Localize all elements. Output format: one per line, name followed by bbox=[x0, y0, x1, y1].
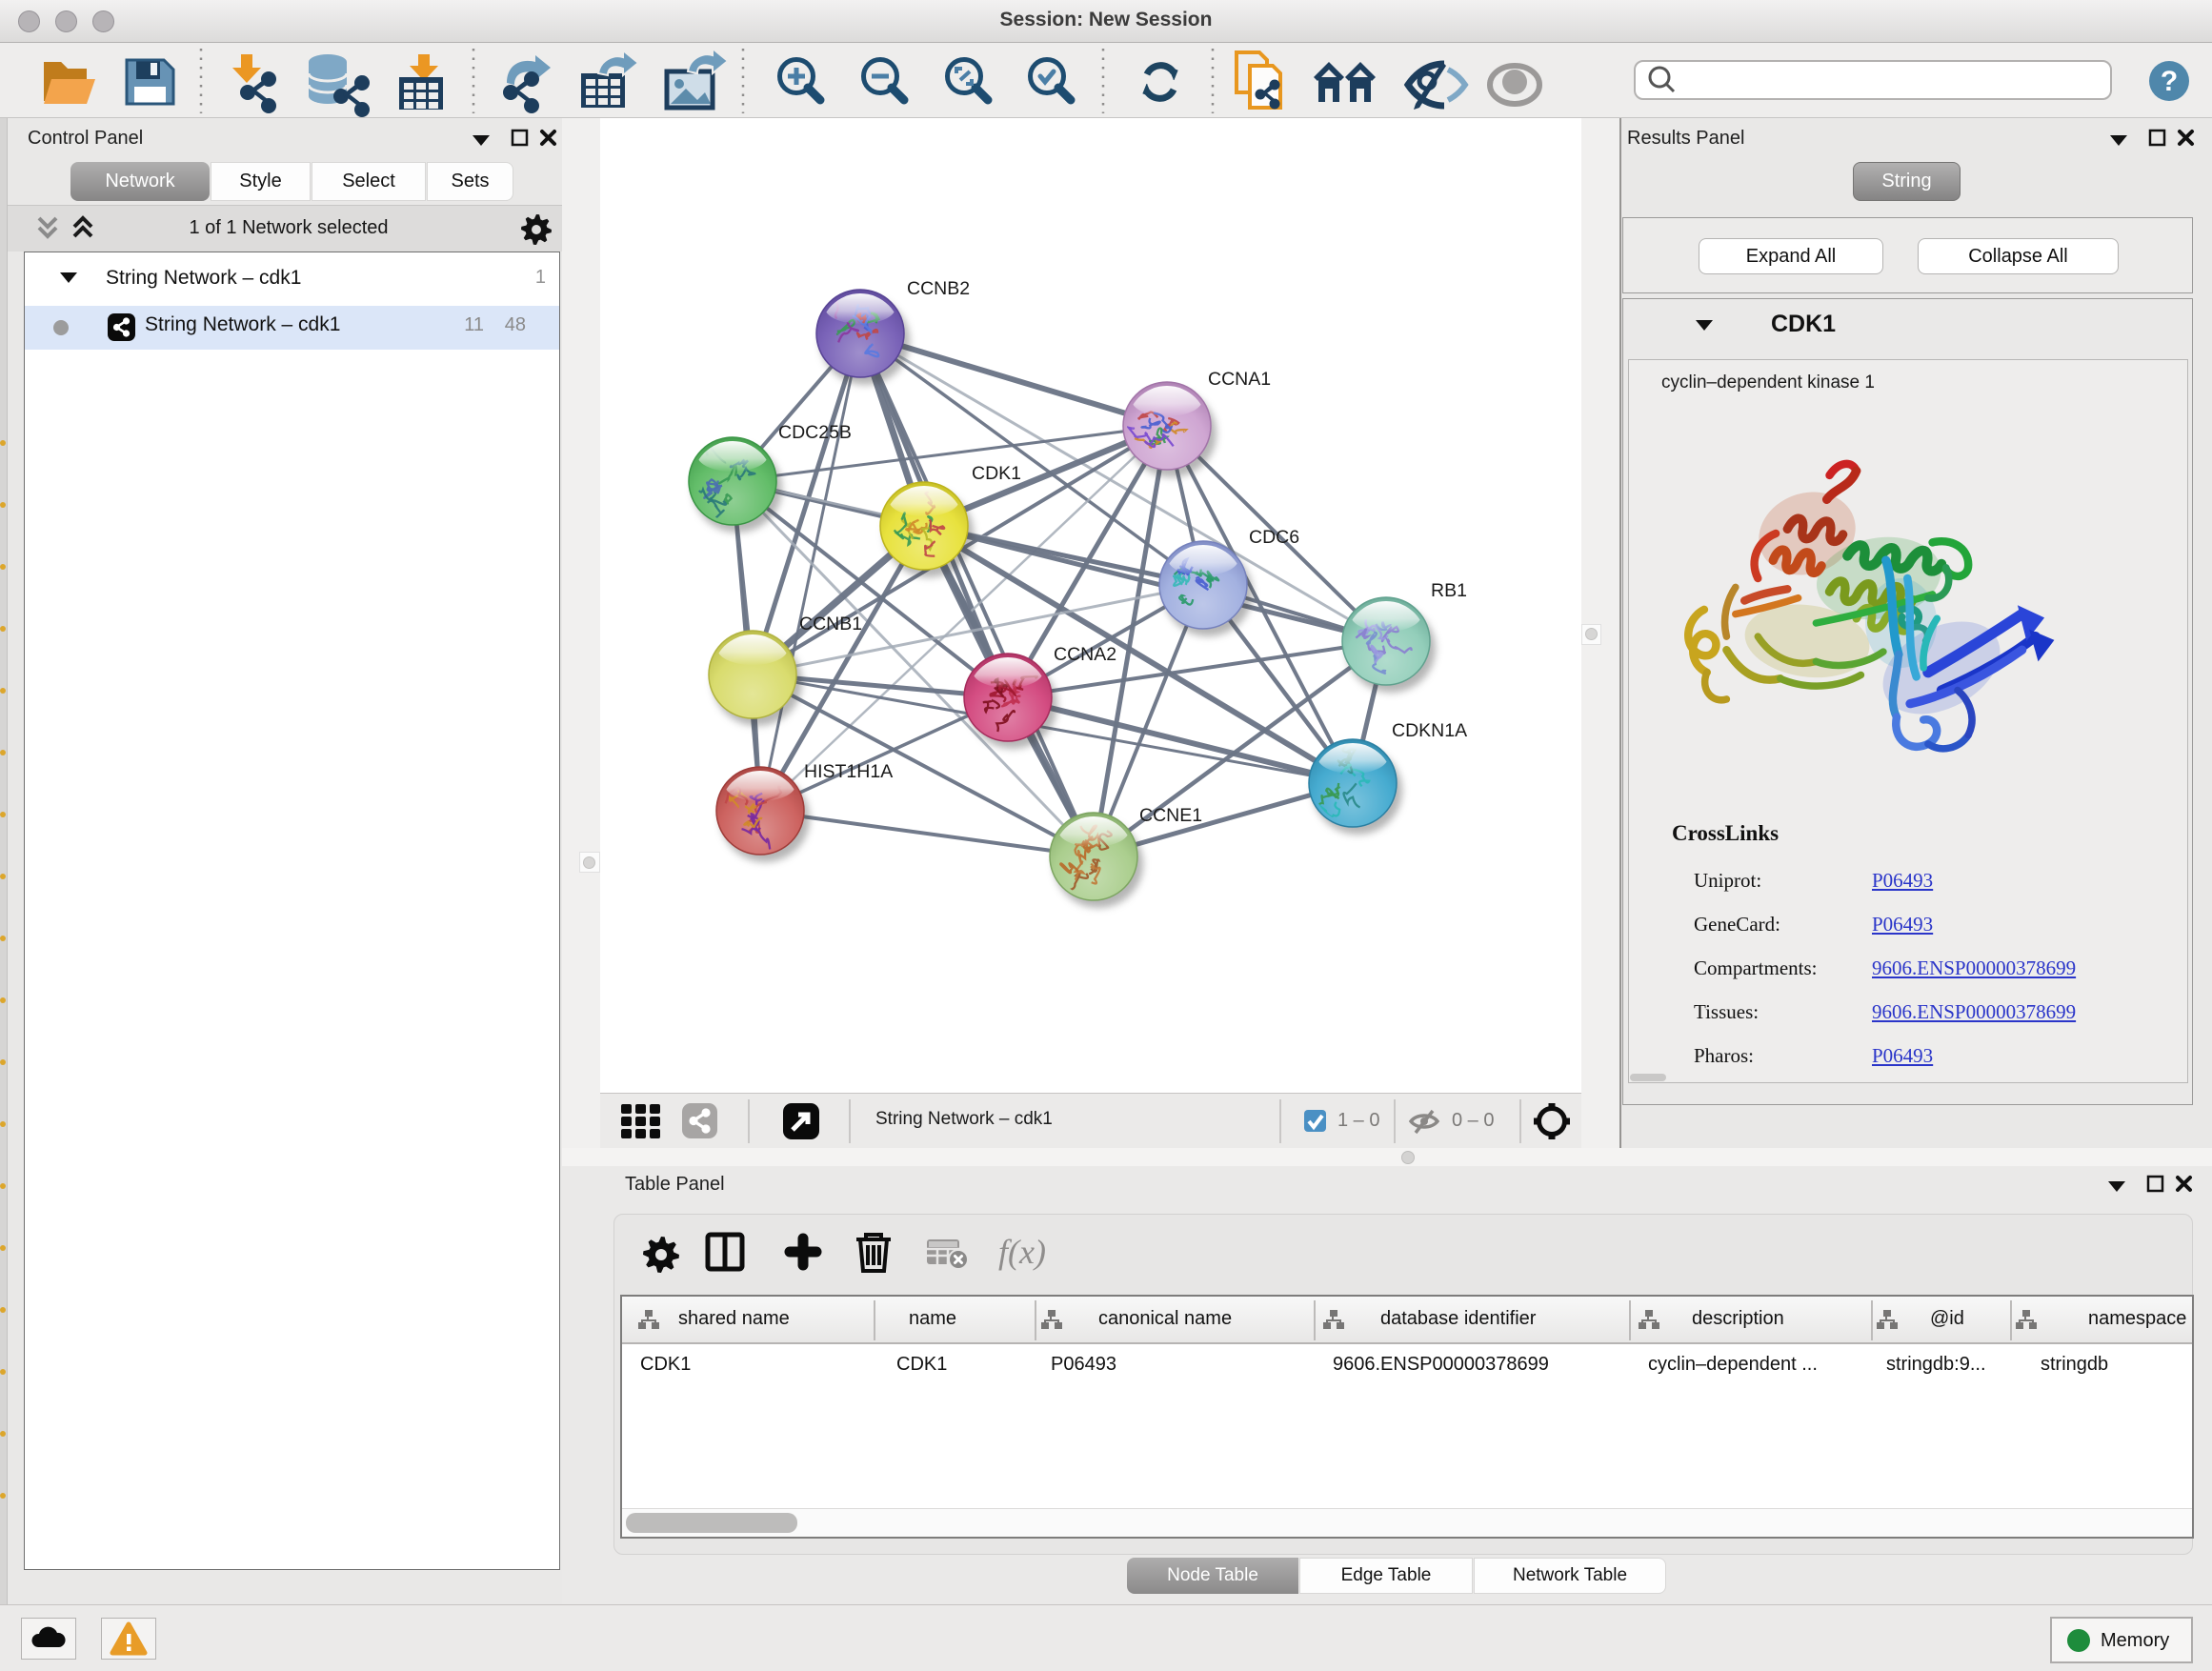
svg-text:CDKN1A: CDKN1A bbox=[1392, 720, 1467, 741]
svg-text:CCNA2: CCNA2 bbox=[1054, 644, 1116, 665]
svg-text:HIST1H1A: HIST1H1A bbox=[804, 761, 893, 782]
svg-text:CDC6: CDC6 bbox=[1249, 527, 1299, 548]
svg-text:CDC25B: CDC25B bbox=[778, 422, 852, 443]
svg-text:CCNE1: CCNE1 bbox=[1139, 805, 1202, 826]
svg-text:RB1: RB1 bbox=[1431, 580, 1467, 601]
svg-text:CCNB1: CCNB1 bbox=[799, 614, 862, 634]
svg-text:?: ? bbox=[2161, 66, 2178, 97]
svg-text:CDK1: CDK1 bbox=[972, 463, 1021, 484]
svg-text:CCNB2: CCNB2 bbox=[907, 278, 970, 299]
svg-text:f(x): f(x) bbox=[998, 1233, 1046, 1271]
svg-text:CCNA1: CCNA1 bbox=[1208, 369, 1271, 390]
